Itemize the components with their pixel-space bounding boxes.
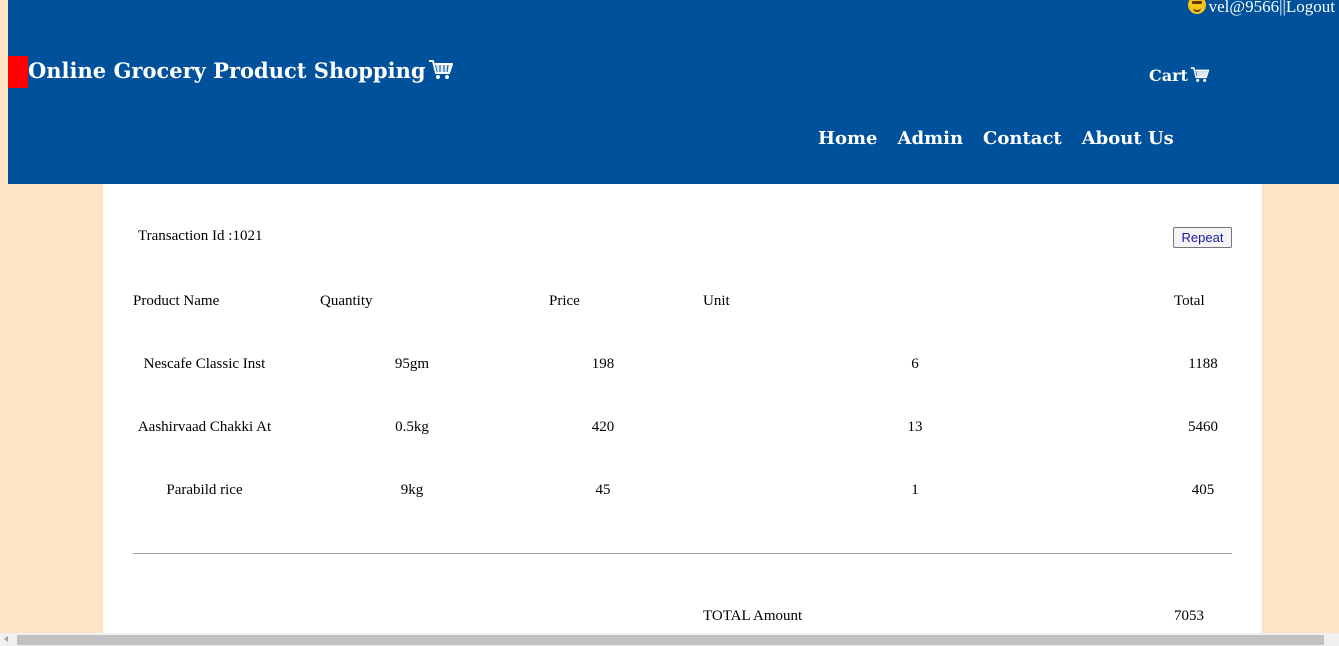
main-nav: Home Admin Contact About Us [818,128,1174,149]
cell-total: 5460 [1188,419,1218,435]
column-header-unit: Unit [703,293,730,309]
nav-admin[interactable]: Admin [898,128,964,149]
smiley-icon [1187,0,1206,14]
cell-price: 420 [591,419,615,435]
total-amount-label: TOTAL Amount [703,608,803,624]
column-header-price: Price [549,293,580,309]
cell-unit: 6 [911,356,919,372]
cart-label: Cart [1149,66,1188,85]
cell-price: 198 [591,356,615,372]
cell-price: 45 [595,482,611,498]
scrollbar-thumb[interactable] [17,635,1324,645]
cell-quantity: 0.5kg [395,419,429,435]
column-header-product-name: Product Name [133,293,220,309]
cell-quantity: 95gm [394,356,430,372]
scroll-left-arrow-icon[interactable] [4,636,8,642]
cell-unit: 1 [911,482,919,498]
cell-product-name: Nescafe Classic Inst [143,356,266,372]
order-details-panel: Transaction Id :1021 Repeat Product Name… [103,184,1262,633]
title-marker [8,56,28,88]
user-box: vel@9566||Logout [1187,0,1335,17]
repeat-button[interactable]: Repeat [1173,227,1232,248]
column-header-quantity: Quantity [320,293,373,309]
total-amount-value: 7053 [1174,608,1204,624]
username: vel@9566 [1208,0,1280,16]
user-separator: || [1279,0,1286,16]
horizontal-scrollbar[interactable] [0,633,1339,646]
logout-link[interactable]: Logout [1286,0,1335,16]
cell-quantity: 9kg [400,482,424,498]
column-header-total: Total [1174,293,1205,309]
nav-about-us[interactable]: About Us [1082,128,1174,149]
transaction-id: Transaction Id :1021 [138,228,263,244]
site-title[interactable]: Online Grocery Product Shopping [28,58,454,83]
nav-contact[interactable]: Contact [983,128,1062,149]
cell-unit: 13 [907,419,923,435]
site-title-text: Online Grocery Product Shopping [28,58,426,83]
cell-total: 1188 [1188,356,1218,372]
cart-icon [1190,67,1210,82]
cart-link[interactable]: Cart [1149,66,1210,85]
cell-total: 405 [1191,482,1215,498]
table-divider [133,553,1232,554]
cell-product-name: Aashirvaad Chakki At [137,419,272,435]
cart-icon [428,60,453,79]
site-header: vel@9566||Logout Online Grocery Product … [8,0,1339,184]
cell-product-name: Parabild rice [166,482,243,498]
nav-home[interactable]: Home [818,128,878,149]
